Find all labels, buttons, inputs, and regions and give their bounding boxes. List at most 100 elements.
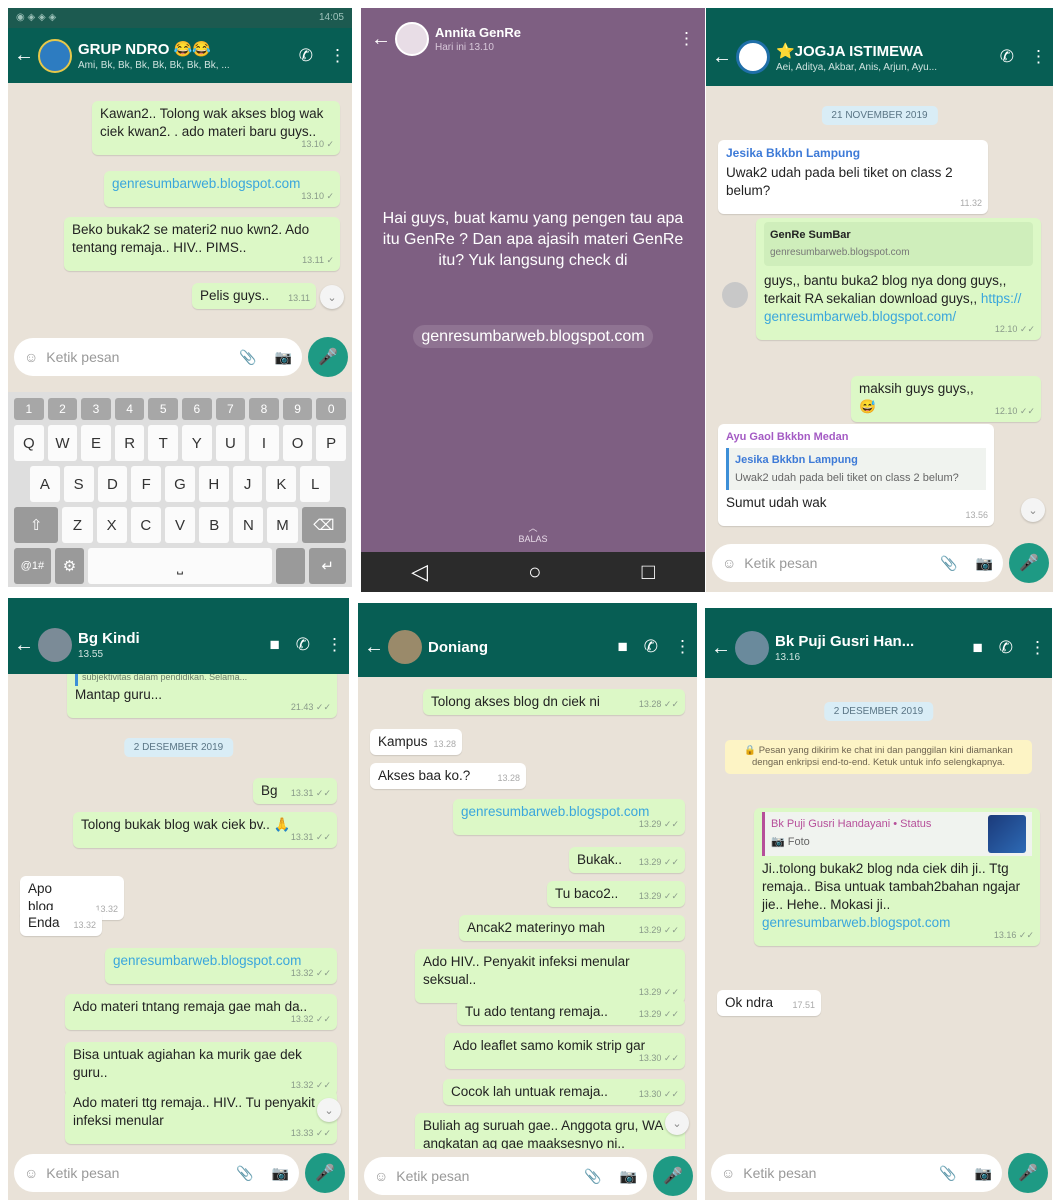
key-2[interactable]: 2 (47, 398, 78, 420)
key-z[interactable]: Z (62, 507, 93, 543)
emoji-icon[interactable]: ☺ (24, 349, 38, 365)
mic-button[interactable]: 🎤 (308, 337, 348, 377)
key-j[interactable]: J (232, 466, 263, 502)
avatar[interactable] (38, 628, 72, 662)
camera-icon[interactable]: 📷 (275, 349, 292, 366)
link-text[interactable]: genresumbarweb.blogspot.com (461, 804, 649, 819)
key-x[interactable]: X (96, 507, 127, 543)
avatar[interactable] (395, 22, 429, 56)
more-options-icon[interactable]: ⋮ (678, 29, 695, 49)
key-t[interactable]: T (148, 425, 178, 461)
link-text[interactable]: genresumbarweb.blogspot.com (762, 915, 950, 930)
key-9[interactable]: 9 (282, 398, 313, 420)
key-l[interactable]: L (300, 466, 331, 502)
key-v[interactable]: V (164, 507, 196, 543)
backspace-key[interactable]: ⌫ (301, 507, 347, 543)
shift-key[interactable]: ⇧ (14, 507, 59, 543)
message-bubble[interactable]: genresumbarweb.blogspot.com 13.29 ✓✓ (453, 799, 685, 835)
key-c[interactable]: C (130, 507, 161, 543)
key-k[interactable]: K (266, 466, 297, 502)
message-bubble[interactable]: genresumbarweb.blogspot.com 13.32 ✓✓ (105, 948, 337, 984)
link-preview[interactable]: GenRe SumBar genresumbarweb.blogspot.com (764, 222, 1033, 266)
link-text[interactable]: genresumbarweb.blogspot.com (112, 176, 300, 191)
mic-button[interactable]: 🎤 (1009, 543, 1049, 583)
emoji-icon[interactable]: ☺ (374, 1168, 388, 1184)
key-e[interactable]: E (81, 425, 111, 461)
message-input[interactable]: ☺ Ketik pesan 📎 📷 (14, 338, 302, 376)
key-a[interactable]: A (29, 466, 60, 502)
message-bubble[interactable]: Jesika Bkkbn Lampung Uwak2 udah pada bel… (718, 140, 988, 214)
key-p[interactable]: P (316, 425, 346, 461)
forward-icon[interactable] (722, 282, 748, 308)
more-options-icon[interactable]: ⋮ (1030, 47, 1047, 67)
camera-icon[interactable]: 📷 (976, 555, 993, 572)
scroll-down-icon[interactable]: ⌄ (665, 1111, 689, 1135)
attach-icon[interactable]: 📎 (239, 349, 256, 366)
back-arrow-icon[interactable]: ← (14, 44, 34, 67)
key-w[interactable]: W (47, 425, 78, 461)
video-call-icon[interactable]: ■ (617, 637, 627, 657)
attach-icon[interactable]: 📎 (236, 1165, 253, 1182)
key-1[interactable]: 1 (14, 398, 44, 420)
key-h[interactable]: H (198, 466, 229, 502)
voice-call-icon[interactable]: ✆ (644, 637, 658, 657)
message-bubble[interactable]: Ado leaflet samo komik strip gar 13.30 ✓✓ (445, 1033, 685, 1069)
voice-call-icon[interactable]: ✆ (296, 635, 310, 655)
key-4[interactable]: 4 (114, 398, 145, 420)
message-bubble[interactable]: Ado materi ttg remaja.. HIV.. Tu penyaki… (65, 1090, 337, 1144)
key-d[interactable]: D (97, 466, 128, 502)
more-options-icon[interactable]: ⋮ (326, 635, 343, 655)
chat-info[interactable]: Bg Kindi 13.55 (78, 630, 253, 660)
message-bubble[interactable]: Ado materi tntang remaja gae mah da.. 13.… (65, 994, 337, 1030)
encryption-notice[interactable]: 🔒 Pesan yang dikirim ke chat ini dan pan… (725, 740, 1032, 774)
message-list[interactable]: 2 DESEMBER 2019 🔒 Pesan yang dikirim ke … (705, 678, 1052, 1148)
mic-button[interactable]: 🎤 (305, 1153, 345, 1193)
attach-icon[interactable]: 📎 (940, 555, 957, 572)
message-list[interactable]: Kawan2.. Tolong wak akses blog wak ciek … (8, 83, 352, 333)
message-bubble[interactable]: Buliah ag suruah gae.. Anggota gru, WA a… (415, 1113, 685, 1149)
message-bubble[interactable]: Enda 13.32 (20, 910, 102, 936)
voice-call-icon[interactable]: ✆ (999, 638, 1013, 658)
key-6[interactable]: 6 (182, 398, 212, 420)
key-u[interactable]: U (215, 425, 246, 461)
back-arrow-icon[interactable]: ← (364, 636, 384, 659)
message-bubble[interactable]: Tu baco2.. 13.29 ✓✓ (547, 881, 685, 907)
space-key[interactable]: ⎵ (88, 548, 272, 584)
key-g[interactable]: G (165, 466, 195, 502)
scroll-down-icon[interactable]: ⌄ (1021, 498, 1045, 522)
message-bubble[interactable]: Kawan2.. Tolong wak akses blog wak ciek … (92, 101, 340, 155)
message-input[interactable]: ☺ Ketik pesan 📎 📷 (711, 1154, 1002, 1192)
reply-button[interactable]: ︿ BALAS (361, 521, 705, 544)
message-bubble[interactable]: Bisa untuak agiahan ka murik gae dek gur… (65, 1042, 337, 1096)
attach-icon[interactable]: 📎 (584, 1168, 601, 1185)
avatar[interactable] (736, 40, 770, 74)
key-0[interactable]: 0 (316, 398, 346, 420)
avatar[interactable] (388, 630, 422, 664)
quoted-status[interactable]: Bk Puji Gusri Handayani • Status 📷 Foto (762, 812, 1032, 856)
emoji-icon[interactable]: ☺ (24, 1165, 38, 1181)
chat-info[interactable]: GRUP NDRO 😂😂 Ami, Bk, Bk, Bk, Bk, Bk, Bk… (78, 40, 283, 71)
video-call-icon[interactable]: ■ (269, 635, 279, 655)
message-bubble[interactable]: maksih guys guys,, 😅 12.10 ✓✓ (851, 376, 1041, 422)
message-bubble[interactable]: Ancak2 materinyo mah 13.29 ✓✓ (459, 915, 685, 941)
message-bubble[interactable]: Ok ndra 17.51 (717, 990, 821, 1016)
status-link[interactable]: genresumbarweb.blogspot.com (413, 325, 653, 348)
quoted-message[interactable]: Jesika Bkkbn Lampung Uwak2 udah pada beli… (726, 448, 986, 490)
key-y[interactable]: Y (182, 425, 212, 461)
nav-back-icon[interactable]: ◁ (411, 559, 428, 585)
message-bubble[interactable]: Tolong bukak blog wak ciek bv.. 🙏 13.31 ✓… (73, 812, 337, 848)
message-input[interactable]: ☺ Ketik pesan 📎 📷 (14, 1154, 299, 1192)
attach-icon[interactable]: 📎 (939, 1165, 956, 1182)
message-bubble[interactable]: GenRe SumBar genresumbarweb.blogspot.com… (756, 218, 1041, 340)
symbols-key[interactable]: @1# (14, 548, 51, 584)
message-bubble[interactable]: Bukak.. 13.29 ✓✓ (569, 847, 685, 873)
mic-button[interactable]: 🎤 (653, 1156, 693, 1196)
comma-key[interactable] (275, 548, 306, 584)
key-f[interactable]: F (131, 466, 162, 502)
message-input[interactable]: ☺ Ketik pesan 📎 📷 (712, 544, 1003, 582)
message-bubble[interactable]: Akses baa ko.? 13.28 (370, 763, 526, 789)
message-bubble[interactable]: Cocok lah untuak remaja.. 13.30 ✓✓ (443, 1079, 685, 1105)
key-7[interactable]: 7 (215, 398, 246, 420)
key-5[interactable]: 5 (148, 398, 178, 420)
key-o[interactable]: O (282, 425, 313, 461)
